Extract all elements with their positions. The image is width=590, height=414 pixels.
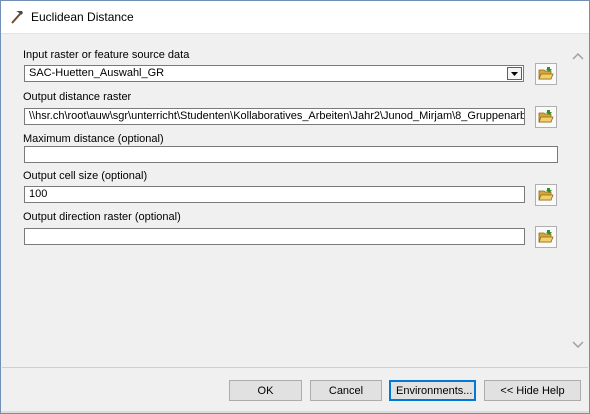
input-raster-browse-button[interactable] [535, 63, 557, 85]
dialog-button-bar: OK Cancel Environments... << Hide Help [1, 368, 589, 413]
output-cell-size-label: Output cell size (optional) [23, 170, 148, 182]
input-raster-label: Input raster or feature source data [23, 49, 190, 61]
window-title: Euclidean Distance [31, 10, 134, 24]
cancel-button[interactable]: Cancel [310, 380, 382, 401]
dropdown-arrow-icon[interactable] [507, 67, 522, 80]
parameters-panel: Input raster or feature source data SAC-… [8, 39, 588, 367]
hammer-tool-icon [9, 9, 25, 25]
output-cell-size-input[interactable]: 100 [24, 186, 525, 203]
output-distance-raster-input[interactable]: \\hsr.ch\root\auw\sgr\unterricht\Student… [24, 108, 525, 125]
output-distance-raster-browse-button[interactable] [535, 106, 557, 128]
output-direction-raster-input[interactable] [24, 228, 525, 245]
vertical-scrollbar[interactable] [568, 39, 588, 367]
maximum-distance-label: Maximum distance (optional) [23, 133, 164, 145]
hide-help-button[interactable]: << Hide Help [484, 380, 581, 401]
chevron-up-icon[interactable] [572, 51, 584, 61]
chevron-down-icon[interactable] [572, 340, 584, 350]
output-direction-raster-browse-button[interactable] [535, 226, 557, 248]
output-cell-size-browse-button[interactable] [535, 184, 557, 206]
input-raster-value: SAC-Huetten_Auswahl_GR [29, 67, 165, 79]
output-direction-raster-label: Output direction raster (optional) [23, 211, 181, 223]
ok-button[interactable]: OK [229, 380, 302, 401]
title-bar[interactable]: Euclidean Distance [1, 1, 589, 34]
input-raster-dropdown[interactable]: SAC-Huetten_Auswahl_GR [24, 65, 524, 82]
output-distance-raster-label: Output distance raster [23, 91, 132, 103]
window-bottom-edge [1, 411, 589, 413]
environments-button[interactable]: Environments... [389, 380, 476, 401]
tool-dialog-window: Euclidean Distance Input raster or featu… [0, 0, 590, 414]
maximum-distance-input[interactable] [24, 146, 558, 163]
